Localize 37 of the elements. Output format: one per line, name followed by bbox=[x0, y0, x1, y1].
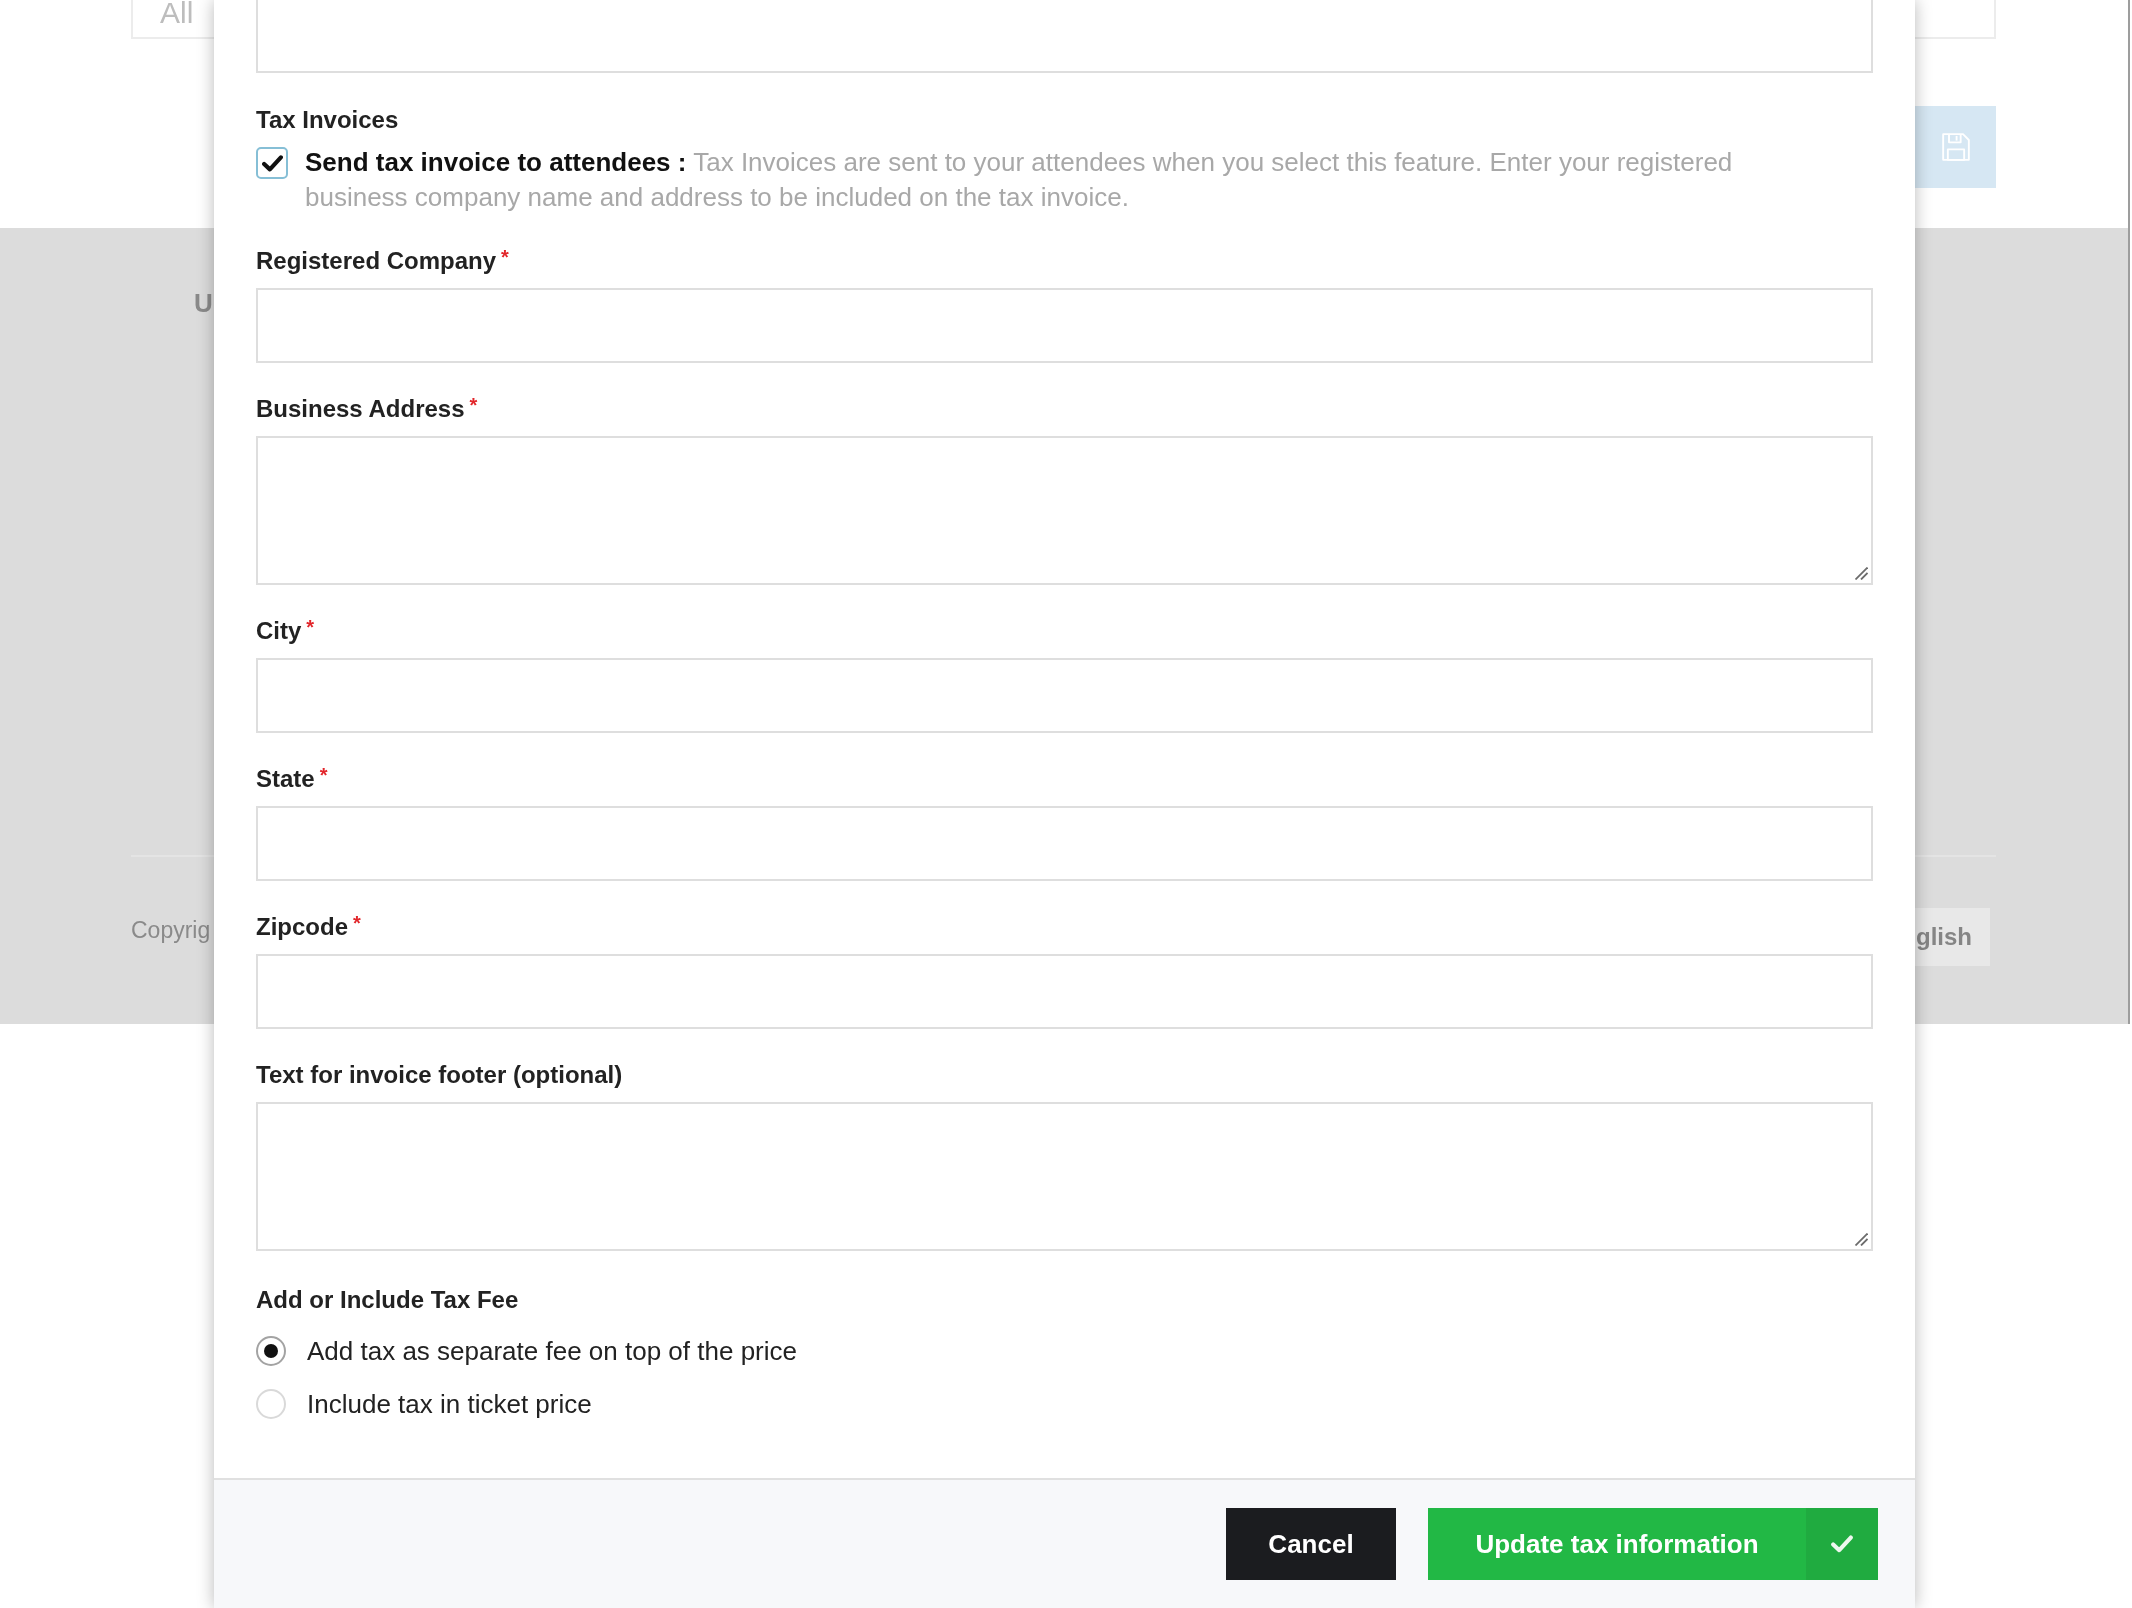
radio-button[interactable] bbox=[256, 1389, 286, 1419]
required-mark: * bbox=[353, 913, 361, 933]
section-heading: U bbox=[194, 288, 214, 318]
input-field[interactable] bbox=[256, 806, 1873, 881]
resize-handle-icon[interactable] bbox=[1855, 1233, 1868, 1246]
input-field[interactable] bbox=[256, 288, 1873, 363]
radio-label: Add tax as separate fee on top of the price bbox=[307, 1335, 797, 1367]
radio-label: Include tax in ticket price bbox=[307, 1388, 592, 1420]
save-icon bbox=[1941, 133, 1970, 161]
save-button[interactable] bbox=[1915, 106, 1996, 188]
filter-field[interactable]: All bbox=[131, 0, 214, 39]
field-label: Text for invoice footer (optional) bbox=[256, 1061, 623, 1089]
field-label: Business Address bbox=[256, 395, 465, 423]
text-field[interactable] bbox=[256, 0, 1873, 73]
field-label: State bbox=[256, 765, 315, 793]
required-mark: * bbox=[319, 765, 328, 785]
check-icon bbox=[261, 154, 283, 172]
required-mark: * bbox=[501, 247, 509, 267]
section-heading: Tax Invoices bbox=[256, 106, 400, 134]
required-mark: * bbox=[306, 617, 315, 637]
select-field[interactable] bbox=[1915, 0, 1996, 39]
field-label: Registered Company bbox=[256, 247, 497, 275]
cancel-button[interactable]: Cancel bbox=[1226, 1508, 1396, 1580]
input-field[interactable] bbox=[256, 658, 1873, 733]
copyright-text: Copyrig bbox=[131, 916, 212, 945]
input-field[interactable] bbox=[256, 954, 1873, 1029]
required-mark: * bbox=[469, 395, 478, 415]
checkbox-label: Send tax invoice to attendees : Tax Invoices are sent to your attendees when you select this feature. Enter your registered business company name and address to be included on the tax invoice. bbox=[305, 146, 1734, 214]
checkbox[interactable] bbox=[256, 147, 288, 179]
check-icon bbox=[1806, 1508, 1878, 1580]
radio-button[interactable] bbox=[256, 1336, 286, 1366]
update-button[interactable]: Update tax information bbox=[1428, 1508, 1878, 1580]
language-button[interactable]: glish bbox=[1915, 908, 1990, 966]
resize-handle-icon[interactable] bbox=[1855, 567, 1868, 580]
field-label: City bbox=[256, 617, 302, 645]
section-heading: Add or Include Tax Fee bbox=[256, 1286, 520, 1314]
field-label: Zipcode bbox=[256, 913, 348, 941]
